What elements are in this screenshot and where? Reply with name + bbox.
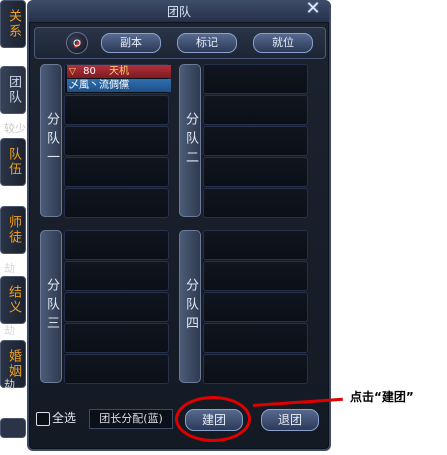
tab-marriage-label: 婚姻 [6,349,21,379]
squad-3-slot[interactable] [64,323,169,353]
squad-4-slot[interactable] [203,261,308,291]
squad-1-slot[interactable] [64,126,169,156]
member-entry[interactable]: ▽ 80 天机 乄風丶流倜儻 [67,64,171,94]
squad-4-slot[interactable] [203,354,308,384]
squad-4-slot[interactable] [203,292,308,322]
tab-relation-label: 关系 [6,9,21,39]
squad-3-slot[interactable] [64,230,169,260]
tab-mentor-hint: 劫 [4,262,15,275]
squad-1-slot[interactable] [64,188,169,218]
toolbar: 副本 标记 就位 [34,27,326,59]
tab-team[interactable]: 团队 [0,66,26,114]
squad-1-slot[interactable] [64,95,169,125]
select-all-label: 全选 [52,411,77,425]
squad-2-slot[interactable] [203,126,308,156]
member-info-row: ▽ 80 天机 [67,65,171,78]
annotation-text: 点击“建团” [350,390,414,404]
member-name: 乄風丶流倜儻 [69,80,129,91]
close-icon[interactable]: ✕ [304,0,322,18]
tab-team-hint: 较少 [4,122,26,135]
tab-mentor-label: 师徒 [6,215,21,245]
squad-1-label: 分队一 [40,64,62,217]
tab-mentor[interactable]: 师徒 [0,206,26,254]
squad-4-slot[interactable] [203,230,308,260]
leave-team-button[interactable]: 退团 [261,409,319,431]
squad-3-slot[interactable] [64,354,169,384]
tab-squad[interactable]: 队伍 [0,138,26,186]
squad-2-slot[interactable] [203,188,308,218]
tab-sworn[interactable]: 结义 [0,276,26,324]
dungeon-button[interactable]: 副本 [101,33,161,53]
team-panel: 团队 副本 标记 就位 分队一 分队二 分队三 分队四 ▽ 80 天机 乄風丶流… [27,0,331,451]
mark-button[interactable]: 标记 [177,33,237,53]
select-all-checkbox[interactable] [36,412,50,426]
leader-icon: ▽ [69,67,76,77]
tab-team-label: 团队 [6,75,21,105]
tab-sworn-label: 结义 [6,285,21,315]
panel-title: 团队 [29,2,329,23]
side-scroll-stub [0,418,26,438]
squad-3-label: 分队三 [40,230,62,383]
squad-4-slot[interactable] [203,323,308,353]
squad-3-slot[interactable] [64,292,169,322]
member-name-row: 乄風丶流倜儻 [67,79,171,92]
ready-check-button[interactable]: 就位 [253,33,313,53]
squad-2-slot[interactable] [203,157,308,187]
squad-2-label: 分队二 [179,64,201,217]
tab-relation[interactable]: 关系 [0,0,26,48]
squad-3-slot[interactable] [64,261,169,291]
squad-4-label: 分队四 [179,230,201,383]
squad-2-slot[interactable] [203,95,308,125]
tab-squad-label: 队伍 [6,147,21,177]
squad-2-slot[interactable] [203,64,308,94]
tab-marriage-hint: 劫 [4,378,15,391]
tab-sworn-hint: 劫 [4,324,15,337]
squad-1-slot[interactable] [64,157,169,187]
highlight-circle [175,396,251,442]
team-logo-icon [66,32,88,54]
member-level: 80 [83,66,96,77]
loot-assign-dropdown[interactable]: 团长分配(蓝) [89,409,173,429]
member-class: 天机 [109,66,130,77]
